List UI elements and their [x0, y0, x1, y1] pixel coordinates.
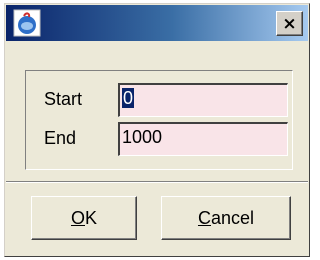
end-label: End: [44, 128, 77, 148]
end-field-value: 1000: [122, 127, 163, 147]
form-panel: Start 0 End 1000: [25, 70, 293, 170]
close-x-icon: ×: [282, 13, 297, 34]
ok-button[interactable]: OK: [31, 196, 137, 240]
cancel-button[interactable]: Cancel: [161, 196, 291, 240]
ok-label-rest: K: [85, 207, 98, 228]
separator: [6, 181, 308, 183]
java-app-icon: [13, 9, 41, 37]
cancel-mnemonic: C: [197, 207, 211, 228]
cancel-label-rest: ancel: [210, 207, 255, 228]
ok-mnemonic: O: [70, 207, 85, 228]
start-field[interactable]: 0: [118, 83, 288, 117]
range-dialog: × Start 0 End 1000 OK Cancel: [4, 3, 310, 257]
title-bar[interactable]: ×: [6, 5, 308, 41]
start-field-value: 0: [122, 88, 135, 108]
close-button[interactable]: ×: [276, 11, 303, 36]
end-field[interactable]: 1000: [118, 122, 288, 156]
start-label: Start: [44, 89, 83, 109]
